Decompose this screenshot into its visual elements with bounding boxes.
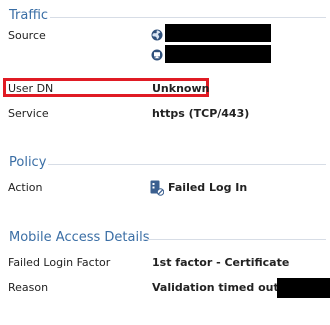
globe-icon	[151, 29, 163, 41]
service-value: https (TCP/443)	[152, 107, 250, 120]
policy-section-title: Policy	[9, 155, 47, 170]
traffic-section-title: Traffic	[9, 8, 49, 23]
service-label: Service	[8, 107, 49, 120]
user-dn-label: User DN	[8, 82, 54, 95]
source-label: Source	[8, 29, 46, 42]
failed-login-icon	[150, 180, 164, 196]
policy-section-divider	[48, 164, 326, 165]
traffic-section-divider	[50, 17, 326, 18]
failed-login-factor-value: 1st factor - Certificate	[152, 256, 290, 269]
reason-redacted	[277, 278, 330, 298]
reason-label: Reason	[8, 281, 49, 294]
failed-login-factor-label: Failed Login Factor	[8, 256, 111, 269]
user-dn-value: Unknown	[152, 82, 210, 95]
mobile-access-section-divider	[145, 239, 326, 240]
source-network-redacted	[165, 24, 271, 42]
computer-icon	[151, 49, 163, 61]
mobile-access-section-title: Mobile Access Details	[9, 230, 150, 245]
source-host-redacted	[165, 45, 271, 63]
action-label: Action	[8, 181, 43, 194]
action-value: Failed Log In	[168, 181, 248, 194]
